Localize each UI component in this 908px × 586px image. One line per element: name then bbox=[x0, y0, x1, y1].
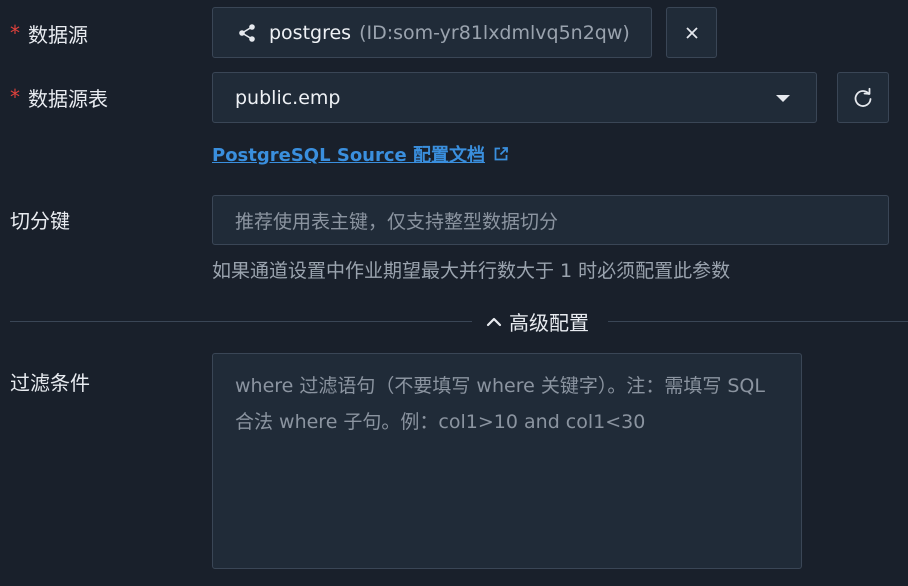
table-label: * 数据源表 bbox=[10, 82, 108, 112]
datasource-field[interactable]: postgres (ID:som-yr81lxdmlvq5n2qw) bbox=[212, 7, 652, 58]
clear-datasource-button[interactable] bbox=[666, 7, 717, 58]
doc-link[interactable]: PostgreSQL Source 配置文档 bbox=[212, 141, 509, 167]
refresh-tables-button[interactable] bbox=[837, 72, 889, 123]
table-select-value: public.emp bbox=[235, 86, 341, 109]
connection-icon bbox=[237, 23, 257, 43]
divider-right bbox=[608, 321, 908, 322]
datasource-name: postgres bbox=[269, 21, 352, 44]
datasource-id: (ID:som-yr81lxdmlvq5n2qw) bbox=[359, 21, 630, 44]
filter-textarea[interactable]: where 过滤语句（不要填写 where 关键字）。注：需填写 SQL 合法 … bbox=[212, 353, 802, 569]
divider-left bbox=[10, 321, 472, 322]
advanced-toggle[interactable]: 高级配置 bbox=[485, 307, 589, 336]
close-icon bbox=[685, 26, 699, 40]
advanced-label: 高级配置 bbox=[509, 311, 589, 335]
datasource-label-text: 数据源 bbox=[28, 22, 88, 47]
split-key-label: 切分键 bbox=[10, 204, 70, 234]
chevron-down-icon bbox=[776, 95, 790, 102]
required-mark: * bbox=[10, 21, 20, 45]
filter-label: 过滤条件 bbox=[10, 366, 90, 396]
filter-label-text: 过滤条件 bbox=[10, 370, 90, 395]
external-link-icon bbox=[493, 146, 509, 162]
split-key-input[interactable]: 推荐使用表主键，仅支持整型数据切分 bbox=[212, 195, 889, 245]
split-key-help: 如果通道设置中作业期望最大并行数大于 1 时必须配置此参数 bbox=[212, 260, 731, 282]
doc-link-text: PostgreSQL Source 配置文档 bbox=[212, 145, 486, 166]
split-key-placeholder: 推荐使用表主键，仅支持整型数据切分 bbox=[235, 210, 559, 233]
datasource-label: * 数据源 bbox=[10, 18, 88, 48]
table-label-text: 数据源表 bbox=[28, 86, 108, 111]
refresh-icon bbox=[852, 87, 874, 109]
split-key-label-text: 切分键 bbox=[10, 208, 70, 233]
chevron-up-icon bbox=[485, 313, 503, 331]
table-select[interactable]: public.emp bbox=[212, 72, 817, 123]
required-mark: * bbox=[10, 85, 20, 109]
filter-placeholder: where 过滤语句（不要填写 where 关键字）。注：需填写 SQL 合法 … bbox=[235, 375, 765, 433]
